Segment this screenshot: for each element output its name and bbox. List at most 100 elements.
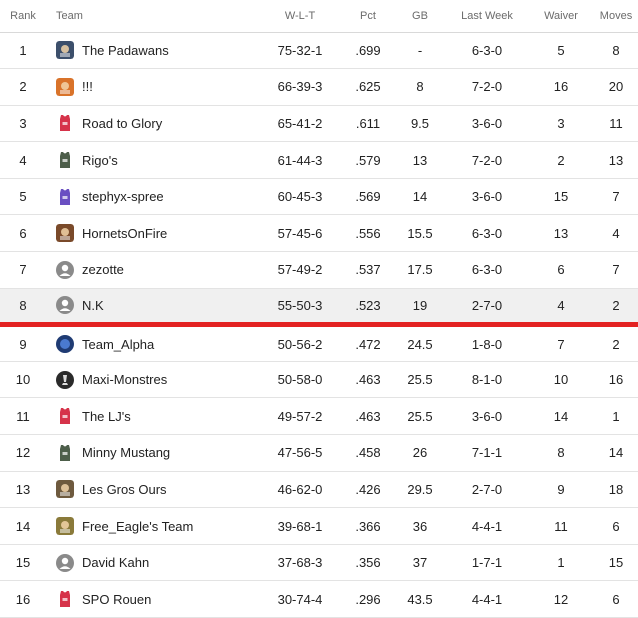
green-jersey-icon[interactable]	[56, 151, 74, 169]
purple-jersey-icon[interactable]	[56, 188, 74, 206]
cartoon-face-icon[interactable]	[56, 77, 74, 96]
cell-team[interactable]: David Kahn	[46, 544, 258, 582]
team-name-link[interactable]: David Kahn	[82, 555, 149, 570]
cell-rank: 7	[0, 251, 46, 289]
cell-team[interactable]: Minny Mustang	[46, 434, 258, 472]
cell-team[interactable]: Rigo's	[46, 141, 258, 179]
table-row[interactable]: 14 Free_Eagle's Team 39-68-1.366 36 4-4-1 11 6	[0, 507, 638, 545]
cell-team[interactable]: Free_Eagle's Team	[46, 507, 258, 545]
cell-team[interactable]: Road to Glory	[46, 105, 258, 143]
cell-last-week: 6-3-0	[446, 251, 528, 289]
cell-team[interactable]: Les Gros Ours	[46, 471, 258, 509]
header-pct[interactable]: Pct	[342, 0, 394, 33]
cell-team[interactable]: !!!	[46, 68, 258, 106]
trophy-icon[interactable]	[56, 370, 74, 389]
cell-waiver: 11	[528, 507, 594, 545]
red-jersey-icon[interactable]	[56, 114, 74, 132]
team-name-link[interactable]: zezotte	[82, 262, 124, 277]
team-name-link[interactable]: N.K	[82, 298, 104, 313]
cell-moves: 15	[594, 544, 638, 582]
team-name-link[interactable]: Maxi-Monstres	[82, 372, 167, 387]
cell-moves: 16	[594, 361, 638, 399]
table-row[interactable]: 10 Maxi-Monstres 50-58-0.463 25.5 8-1-0 10 16	[0, 361, 638, 399]
cell-last-week: 4-4-1	[446, 580, 528, 618]
cell-team[interactable]: Maxi-Monstres	[46, 361, 258, 399]
cell-last-week: 2-7-0	[446, 288, 528, 328]
red-jersey-icon[interactable]	[56, 407, 74, 425]
cell-moves: 13	[594, 141, 638, 179]
green-jersey-icon[interactable]	[56, 444, 74, 462]
alpha-logo-icon[interactable]	[56, 335, 74, 354]
cell-team[interactable]: zezotte	[46, 251, 258, 289]
cell-waiver: 14	[528, 397, 594, 436]
cell-gb: 8	[394, 68, 446, 106]
cell-wlt: 47-56-5	[258, 434, 342, 472]
table-row[interactable]: 5 stephyx-spree 60-45-3.569 14 3-6-0 15 7	[0, 178, 638, 216]
cell-last-week: 4-4-1	[446, 507, 528, 545]
cell-gb: 24.5	[394, 324, 446, 362]
hornets-logo-icon[interactable]	[56, 224, 74, 243]
default-avatar-icon[interactable]	[56, 553, 74, 572]
team-name-link[interactable]: Road to Glory	[82, 116, 162, 131]
team-name-link[interactable]: HornetsOnFire	[82, 226, 167, 241]
table-row[interactable]: 6 HornetsOnFire 57-45-6.556 15.5 6-3-0 13 4	[0, 214, 638, 253]
header-waiver[interactable]: Waiver	[528, 0, 594, 33]
cell-moves: 4	[594, 214, 638, 253]
eagle-logo-icon[interactable]	[56, 517, 74, 536]
team-name-link[interactable]: !!!	[82, 79, 93, 94]
table-row[interactable]: 1 The Padawans 75-32-1.699-6-3-0 5 8	[0, 32, 638, 70]
default-avatar-icon[interactable]	[56, 296, 74, 315]
team-name-link[interactable]: stephyx-spree	[82, 189, 164, 204]
header-moves[interactable]: Moves	[594, 0, 638, 33]
table-row[interactable]: 3 Road to Glory 65-41-2.611 9.5 3-6-0 3 11	[0, 105, 638, 143]
cell-pct: .537	[342, 251, 394, 289]
red-jersey-icon[interactable]	[56, 590, 74, 608]
cell-team[interactable]: SPO Rouen	[46, 580, 258, 618]
cell-moves: 7	[594, 178, 638, 216]
cell-gb: -	[394, 32, 446, 70]
team-name-link[interactable]: Free_Eagle's Team	[82, 519, 193, 534]
cell-team[interactable]: The Padawans	[46, 32, 258, 70]
bear-logo-icon[interactable]	[56, 480, 74, 499]
cell-team[interactable]: Team_Alpha	[46, 324, 258, 362]
team-name-link[interactable]: The Padawans	[82, 43, 169, 58]
cell-last-week: 7-2-0	[446, 68, 528, 106]
table-row[interactable]: 13 Les Gros Ours 46-62-0.426 29.5 2-7-0 9 18	[0, 471, 638, 509]
cell-gb: 13	[394, 141, 446, 179]
header-gb[interactable]: GB	[394, 0, 446, 33]
cell-waiver: 1	[528, 544, 594, 582]
table-row[interactable]: 11 The LJ's 49-57-2.463 25.5 3-6-0 14 1	[0, 397, 638, 436]
table-row[interactable]: 8 N.K 55-50-3.523 19 2-7-0 4 2	[0, 288, 638, 328]
team-name-link[interactable]: Team_Alpha	[82, 337, 154, 352]
cell-gb: 14	[394, 178, 446, 216]
cell-waiver: 15	[528, 178, 594, 216]
cell-team[interactable]: The LJ's	[46, 397, 258, 436]
table-row[interactable]: 2!!! 66-39-3.625 8 7-2-0 16 20	[0, 68, 638, 106]
table-row[interactable]: 9 Team_Alpha 50-56-2.472 24.5 1-8-0 7 2	[0, 324, 638, 362]
cell-last-week: 3-6-0	[446, 397, 528, 436]
cell-wlt: 65-41-2	[258, 105, 342, 143]
table-row[interactable]: 4 Rigo's 61-44-3.579 13 7-2-0 2 13	[0, 141, 638, 179]
team-name-link[interactable]: The LJ's	[82, 409, 131, 424]
cell-rank: 1	[0, 32, 46, 70]
header-wlt[interactable]: W-L-T	[258, 0, 342, 33]
team-name-link[interactable]: Les Gros Ours	[82, 482, 167, 497]
cell-rank: 12	[0, 434, 46, 472]
team-name-link[interactable]: Rigo's	[82, 153, 118, 168]
default-avatar-icon[interactable]	[56, 260, 74, 279]
header-team[interactable]: Team	[46, 0, 258, 33]
table-row[interactable]: 16 SPO Rouen 30-74-4.296 43.5 4-4-1 12 6	[0, 580, 638, 618]
cell-team[interactable]: stephyx-spree	[46, 178, 258, 216]
padawan-icon[interactable]	[56, 41, 74, 60]
cell-gb: 25.5	[394, 361, 446, 399]
table-row[interactable]: 12 Minny Mustang 47-56-5.458 26 7-1-1 8 14	[0, 434, 638, 472]
team-name-link[interactable]: SPO Rouen	[82, 592, 151, 607]
cell-team[interactable]: HornetsOnFire	[46, 214, 258, 253]
team-name-link[interactable]: Minny Mustang	[82, 445, 170, 460]
cell-last-week: 6-3-0	[446, 32, 528, 70]
table-row[interactable]: 15 David Kahn 37-68-3.356 37 1-7-1 1 15	[0, 544, 638, 582]
header-last-week[interactable]: Last Week	[446, 0, 528, 33]
cell-team[interactable]: N.K	[46, 288, 258, 328]
header-rank[interactable]: Rank	[0, 0, 46, 33]
table-row[interactable]: 7 zezotte 57-49-2.537 17.5 6-3-0 6 7	[0, 251, 638, 289]
